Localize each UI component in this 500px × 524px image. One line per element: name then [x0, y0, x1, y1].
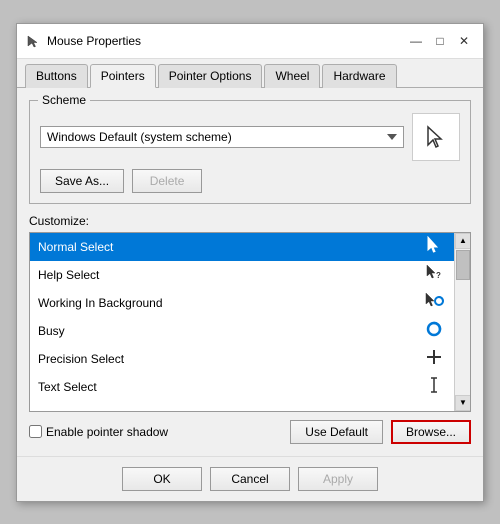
tab-pointer-options[interactable]: Pointer Options: [158, 64, 263, 88]
cursor-label-help-select: Help Select: [38, 268, 422, 282]
cancel-button[interactable]: Cancel: [210, 467, 290, 491]
scheme-row: Windows Default (system scheme) Windows …: [40, 113, 460, 161]
svg-text:?: ?: [436, 271, 441, 280]
cursor-item-precision-select[interactable]: Precision Select: [30, 345, 454, 373]
cursor-item-text-select[interactable]: Text Select: [30, 373, 454, 401]
tab-pointers[interactable]: Pointers: [90, 64, 156, 88]
cursor-icon-precision-select: [422, 348, 446, 369]
cursor-label-busy: Busy: [38, 324, 422, 338]
window-title: Mouse Properties: [47, 34, 405, 48]
cursor-icon-help-select: ?: [422, 264, 446, 285]
save-as-button[interactable]: Save As...: [40, 169, 124, 193]
browse-button[interactable]: Browse...: [391, 420, 471, 444]
scheme-group: Scheme Windows Default (system scheme) W…: [29, 100, 471, 204]
shadow-label[interactable]: Enable pointer shadow: [46, 425, 168, 439]
cursor-item-busy[interactable]: Busy: [30, 317, 454, 345]
use-default-button[interactable]: Use Default: [290, 420, 383, 444]
footer: OK Cancel Apply: [17, 456, 483, 501]
cursor-label-text-select: Text Select: [38, 380, 422, 394]
cursor-item-normal-select[interactable]: Normal Select: [30, 233, 454, 261]
customize-label: Customize:: [29, 214, 471, 228]
maximize-button[interactable]: □: [429, 30, 451, 52]
minimize-button[interactable]: —: [405, 30, 427, 52]
tab-buttons[interactable]: Buttons: [25, 64, 88, 88]
cursor-list[interactable]: Normal Select Help Select ?: [30, 233, 454, 411]
window-controls: — □ ✕: [405, 30, 475, 52]
scheme-buttons: Save As... Delete: [40, 169, 460, 193]
tab-bar: Buttons Pointers Pointer Options Wheel H…: [17, 59, 483, 88]
title-bar: Mouse Properties — □ ✕: [17, 24, 483, 59]
ok-button[interactable]: OK: [122, 467, 202, 491]
cursor-icon-working-background: [422, 292, 446, 313]
window-icon: [25, 33, 41, 49]
shadow-option-row: Enable pointer shadow: [29, 425, 282, 439]
cursor-preview: [412, 113, 460, 161]
cursor-icon-normal-select: [422, 236, 446, 257]
scroll-track[interactable]: [455, 249, 470, 395]
scroll-down-button[interactable]: ▼: [455, 395, 471, 411]
cursor-icon-busy: [422, 320, 446, 341]
cursor-label-precision-select: Precision Select: [38, 352, 422, 366]
mouse-properties-window: Mouse Properties — □ ✕ Buttons Pointers …: [16, 23, 484, 502]
scroll-thumb[interactable]: [456, 250, 470, 280]
apply-button[interactable]: Apply: [298, 467, 378, 491]
close-button[interactable]: ✕: [453, 30, 475, 52]
cursor-item-help-select[interactable]: Help Select ?: [30, 261, 454, 289]
tab-wheel[interactable]: Wheel: [264, 64, 320, 88]
scheme-group-label: Scheme: [38, 93, 90, 107]
cursor-list-scrollbar[interactable]: ▲ ▼: [454, 233, 470, 411]
shadow-checkbox[interactable]: [29, 425, 42, 438]
delete-button[interactable]: Delete: [132, 169, 202, 193]
cursor-label-normal-select: Normal Select: [38, 240, 422, 254]
scroll-up-button[interactable]: ▲: [455, 233, 471, 249]
cursor-icon-text-select: [422, 376, 446, 397]
cursor-list-container: Normal Select Help Select ?: [29, 232, 471, 412]
scheme-dropdown[interactable]: Windows Default (system scheme) Windows …: [40, 126, 404, 148]
cursor-item-working-background[interactable]: Working In Background: [30, 289, 454, 317]
cursor-label-working-background: Working In Background: [38, 296, 422, 310]
bottom-options: Enable pointer shadow Use Default Browse…: [29, 420, 471, 444]
tab-content: Scheme Windows Default (system scheme) W…: [17, 88, 483, 456]
tab-hardware[interactable]: Hardware: [322, 64, 396, 88]
